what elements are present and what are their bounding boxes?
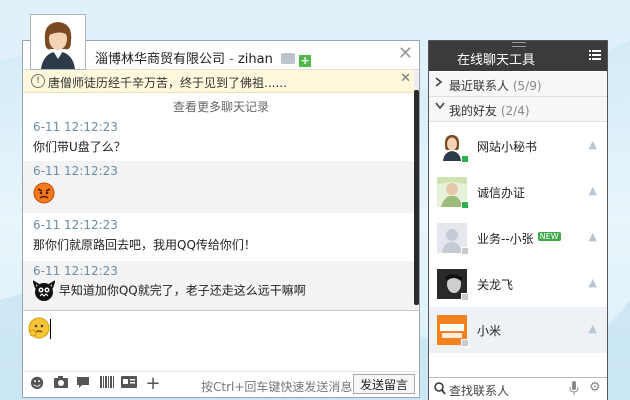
scrollbar-thumb[interactable] xyxy=(414,90,419,305)
message-input[interactable] xyxy=(23,310,419,371)
message-time: 6-11 12:12:23 xyxy=(33,264,118,278)
contact-item[interactable]: 关龙飞 ▲ xyxy=(429,261,607,307)
pin-icon[interactable]: ▲ xyxy=(589,138,597,151)
input-toolbar: ☻ + 按Ctrl+回车键快速发送消息 发送留言 xyxy=(23,371,419,398)
pin-icon[interactable]: ▲ xyxy=(589,276,597,289)
pin-icon[interactable]: ▲ xyxy=(589,230,597,243)
warning-icon: ! xyxy=(31,74,45,88)
contact-name: 诚信办证 xyxy=(477,186,526,200)
contacts-panel: 在线聊天工具 最近联系人 (5/9) 我的好友 (2/4) 网站小秘书 ▲ 诚信… xyxy=(428,40,608,400)
chevron-down-icon xyxy=(435,102,445,113)
chat-user-name: zihan xyxy=(237,52,273,67)
offline-status-dot xyxy=(461,293,469,301)
message-text: 那你们就原路回去吧，我用QQ传给你们！ xyxy=(33,238,256,252)
group-count: (2/4) xyxy=(500,104,530,118)
view-more-history-link[interactable]: 查看更多聊天记录 xyxy=(23,98,419,115)
barcode-icon[interactable] xyxy=(99,376,115,392)
screenshot-icon[interactable] xyxy=(53,376,69,392)
message-body xyxy=(33,182,419,207)
group-label: 我的好友 (2/4) xyxy=(449,102,530,119)
send-shortcut-hint: 按Ctrl+回车键快速发送消息 xyxy=(201,380,353,394)
chevron-right-icon xyxy=(435,77,443,90)
monster-face-icon xyxy=(32,279,56,301)
close-chat-button[interactable]: ✕ xyxy=(398,44,413,64)
business-card-icon[interactable] xyxy=(121,376,137,392)
chat-window: 淄博林华商贸有限公司 - zihan + ✕ ! 唐僧师徒历经千辛万苦，终于见到… xyxy=(22,40,420,398)
group-label: 最近联系人 (5/9) xyxy=(449,77,542,94)
chat-title: 淄博林华商贸有限公司 - zihan + xyxy=(95,48,312,67)
panel-header: 在线聊天工具 xyxy=(429,41,607,71)
offline-status-dot xyxy=(461,339,469,347)
group-name: 我的好友 xyxy=(449,104,498,118)
company-name: 淄博林华商贸有限公司 xyxy=(95,52,226,67)
emoji-icon[interactable]: ☻ xyxy=(29,376,45,392)
drag-handle[interactable] xyxy=(512,42,526,47)
angry-face-icon xyxy=(33,182,55,204)
message-list: 6-11 12:12:23 你们带U盘了么？ 6-11 12:12:23 6-1… xyxy=(23,117,419,310)
contact-name: 关龙飞 xyxy=(477,278,514,292)
search-icon xyxy=(434,382,446,395)
search-placeholder: 查找联系人 xyxy=(449,384,510,398)
notice-bar: ! 唐僧师徒历经千辛万苦，终于见到了佛祖...... ✕ xyxy=(23,70,419,93)
contact-item[interactable]: 业务--小张 NEW ▲ xyxy=(429,215,607,261)
online-status-dot xyxy=(461,201,469,209)
group-recent-contacts[interactable]: 最近联系人 (5/9) xyxy=(429,72,607,97)
offline-status-dot xyxy=(461,247,469,255)
pin-icon[interactable]: ▲ xyxy=(589,322,597,335)
group-name: 最近联系人 xyxy=(449,79,510,93)
message-item: 6-11 12:12:23 xyxy=(23,161,419,213)
text-caret xyxy=(50,319,51,339)
message-text: 早知道加你QQ就完了，老子还走这么远干嘛啊 xyxy=(58,283,306,298)
add-friend-icon[interactable]: + xyxy=(299,55,312,67)
group-count: (5/9) xyxy=(512,79,542,93)
send-button[interactable]: 发送留言 xyxy=(353,374,415,394)
contact-item[interactable]: 诚信办证 ▲ xyxy=(429,169,607,215)
message-text: 你们带U盘了么？ xyxy=(33,140,126,154)
contact-name-text: 业务--小张 xyxy=(477,232,534,246)
contact-name: 网站小秘书 xyxy=(477,140,538,154)
message-time: 6-11 12:12:23 xyxy=(33,164,118,178)
contact-name: 业务--小张 NEW xyxy=(477,230,561,247)
id-card-icon[interactable] xyxy=(281,53,296,64)
panel-title: 在线聊天工具 xyxy=(457,53,536,68)
pin-icon[interactable]: ▲ xyxy=(589,184,597,197)
notice-text: 唐僧师徒历经千辛万苦，终于见到了佛祖...... xyxy=(48,76,287,90)
message-time: 6-11 12:12:23 xyxy=(33,120,118,134)
contact-search[interactable]: 查找联系人 ⚙ xyxy=(429,377,607,400)
message-item: 6-11 12:12:23 那你们就原路回去吧，我用QQ传给你们！ xyxy=(23,215,419,259)
group-my-friends[interactable]: 我的好友 (2/4) xyxy=(429,97,607,122)
thinking-face-icon xyxy=(28,317,50,339)
new-badge: NEW xyxy=(537,232,561,241)
microphone-icon[interactable] xyxy=(569,381,579,395)
menu-icon[interactable] xyxy=(589,50,601,61)
title-separator: - xyxy=(225,52,238,67)
chat-avatar[interactable] xyxy=(30,14,86,70)
chat-bubble-icon[interactable] xyxy=(75,376,91,392)
message-item: 6-11 12:12:23 早知道加你QQ就完了，老子还走这么远干嘛啊 xyxy=(23,261,419,310)
gear-icon[interactable]: ⚙ xyxy=(589,381,601,395)
contact-item[interactable]: 网站小秘书 ▲ xyxy=(429,123,607,169)
online-status-dot xyxy=(461,155,469,163)
message-scrollbar[interactable] xyxy=(414,70,419,310)
contact-item[interactable]: 小米 ▲ xyxy=(429,307,607,353)
notice-close-button[interactable]: ✕ xyxy=(400,71,411,86)
message-body: 早知道加你QQ就完了，老子还走这么远干嘛啊 xyxy=(32,279,419,302)
contact-name: 小米 xyxy=(477,324,502,338)
add-icon[interactable]: + xyxy=(145,375,161,393)
message-time: 6-11 12:12:23 xyxy=(33,218,118,232)
message-item: 6-11 12:12:23 你们带U盘了么？ xyxy=(23,117,419,159)
